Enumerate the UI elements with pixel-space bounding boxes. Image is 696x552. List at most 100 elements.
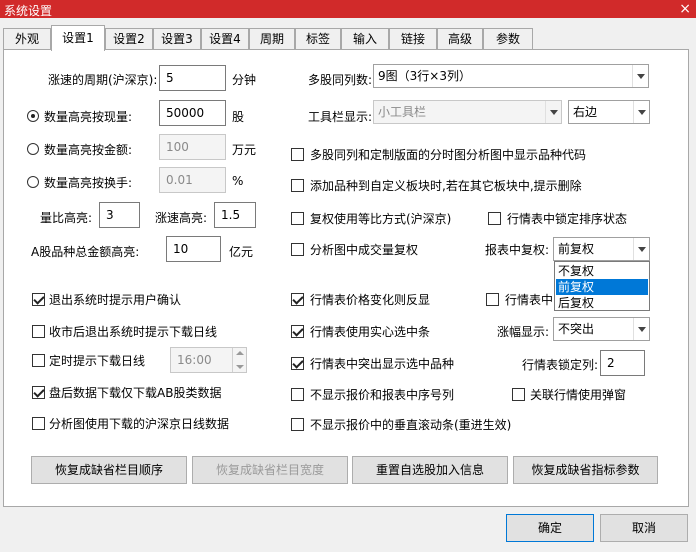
- popup-checkbox[interactable]: [512, 388, 525, 401]
- speed-label: 涨速高亮:: [155, 211, 208, 225]
- show-code-label: 多股同列和定制版面的分时图分析图中显示品种代码: [310, 148, 587, 162]
- tab-period[interactable]: 周期: [249, 28, 295, 50]
- option-backward-adjust[interactable]: 后复权: [556, 295, 648, 311]
- toolbar-pos-value: 右边: [573, 105, 598, 119]
- solid-select-label: 行情表使用实心选中条: [310, 325, 431, 339]
- highlight-row-checkbox[interactable]: [291, 357, 304, 370]
- cancel-button[interactable]: 取消: [600, 514, 688, 542]
- no-scroll-checkbox[interactable]: [291, 418, 304, 431]
- report-adjust-dropdown: 不复权 前复权 后复权: [554, 261, 650, 311]
- window-title: 系统设置: [4, 4, 53, 18]
- show-code-checkbox[interactable]: [291, 148, 304, 161]
- chevron-down-icon[interactable]: [633, 238, 649, 260]
- after-close-checkbox[interactable]: [32, 386, 45, 399]
- restore-width-button[interactable]: 恢复成缺省栏目宽度: [192, 456, 348, 484]
- close-download-label: 收市后退出系统时提示下载日线: [49, 325, 218, 339]
- tab-appearance[interactable]: 外观: [3, 28, 51, 50]
- a-amount-label: A股品种总金额高亮:: [31, 245, 140, 259]
- toolbar-select[interactable]: 小工具栏: [373, 100, 562, 124]
- lock-sort-label: 行情表中锁定排序状态: [507, 212, 628, 226]
- timed-download-value: 16:00: [177, 353, 212, 367]
- hl-amount-unit: 万元: [232, 143, 257, 157]
- use-downloaded-label: 分析图使用下载的沪深京日线数据: [49, 417, 230, 431]
- volume-adjust-checkbox[interactable]: [291, 243, 304, 256]
- toolbar-label: 工具栏显示:: [308, 110, 373, 124]
- tab-params[interactable]: 参数: [483, 28, 533, 50]
- chevron-down-icon[interactable]: [633, 318, 649, 340]
- timed-download-time[interactable]: 16:00: [170, 347, 247, 373]
- close-download-checkbox[interactable]: [32, 325, 45, 338]
- add-prompt-checkbox[interactable]: [291, 179, 304, 192]
- report-adjust-label: 报表中复权:: [485, 243, 550, 257]
- price-flip-checkbox[interactable]: [291, 293, 304, 306]
- use-downloaded-checkbox[interactable]: [32, 417, 45, 430]
- exit-confirm-label: 退出系统时提示用户确认: [49, 293, 182, 307]
- a-amount-input[interactable]: 10: [166, 236, 221, 262]
- price-flip-label: 行情表价格变化则反显: [310, 293, 431, 307]
- ratio-input[interactable]: 3: [99, 202, 140, 228]
- restore-order-button[interactable]: 恢复成缺省栏目顺序: [31, 456, 187, 484]
- tab-input[interactable]: 输入: [341, 28, 389, 50]
- speed-input[interactable]: 1.5: [214, 202, 256, 228]
- hl-volume-input[interactable]: 50000: [159, 100, 226, 126]
- rise-period-unit: 分钟: [232, 73, 257, 87]
- tab-advanced[interactable]: 高级: [437, 28, 483, 50]
- option-no-adjust[interactable]: 不复权: [556, 263, 648, 279]
- adjust-ratio-label: 复权使用等比方式(沪深京): [310, 212, 452, 226]
- popup-label: 关联行情使用弹窗: [530, 388, 627, 402]
- restore-index-button[interactable]: 恢复成缺省指标参数: [513, 456, 658, 484]
- hl-volume-radio[interactable]: [27, 110, 39, 122]
- tab-settings4[interactable]: 设置4: [201, 28, 249, 50]
- hl-turnover-label: 数量高亮按换手:: [44, 176, 133, 190]
- tab-settings3[interactable]: 设置3: [153, 28, 201, 50]
- hl-turnover-input[interactable]: 0.01: [159, 167, 226, 193]
- chevron-down-icon[interactable]: [633, 101, 649, 123]
- rise-period-label: 涨速的周期(沪深京):: [48, 73, 158, 87]
- option-forward-adjust[interactable]: 前复权: [556, 279, 648, 295]
- report-adjust-value: 前复权: [558, 242, 595, 256]
- title-bar: 系统设置 ×: [0, 0, 696, 18]
- change-display-select[interactable]: 不突出: [553, 317, 650, 341]
- no-quote-no-checkbox[interactable]: [291, 388, 304, 401]
- multi-cols-select[interactable]: 9图（3行×3列）: [373, 64, 649, 88]
- adjust-ratio-checkbox[interactable]: [291, 212, 304, 225]
- timed-download-label: 定时提示下载日线: [49, 354, 146, 368]
- hl-turnover-radio[interactable]: [27, 176, 39, 188]
- toolbar-pos-select[interactable]: 右边: [568, 100, 650, 124]
- multi-cols-value: 9图（3行×3列）: [378, 69, 471, 83]
- ratio-label: 量比高亮:: [40, 211, 93, 225]
- change-display-value: 不突出: [558, 322, 595, 336]
- chevron-down-icon[interactable]: [545, 101, 561, 123]
- exit-confirm-checkbox[interactable]: [32, 293, 45, 306]
- after-close-label: 盘后数据下载仅下载AB股类数据: [49, 386, 222, 400]
- no-scroll-label: 不显示报价中的垂直滚动条(重进生效): [310, 418, 512, 432]
- reset-self-button[interactable]: 重置自选股加入信息: [352, 456, 508, 484]
- timed-download-checkbox[interactable]: [32, 354, 45, 367]
- tab-links[interactable]: 链接: [389, 28, 437, 50]
- tab-settings2[interactable]: 设置2: [105, 28, 153, 50]
- rise-period-input[interactable]: 5: [159, 65, 226, 91]
- lock-sort-checkbox[interactable]: [488, 212, 501, 225]
- a-amount-unit: 亿元: [229, 245, 254, 259]
- add-prompt-label: 添加品种到自定义板块时,若在其它板块中,提示删除: [310, 179, 582, 193]
- volume-adjust-label: 分析图中成交量复权: [310, 243, 419, 257]
- tab-settings1[interactable]: 设置1: [51, 25, 105, 51]
- multi-cols-label: 多股同列数:: [308, 73, 373, 87]
- hl-volume-unit: 股: [232, 110, 245, 124]
- spinner-icon[interactable]: [232, 348, 246, 372]
- tab-labels[interactable]: 标签: [295, 28, 341, 50]
- separator-bottom: [20, 441, 656, 442]
- hl-amount-input[interactable]: 100: [159, 134, 226, 160]
- chevron-down-icon[interactable]: [632, 65, 648, 87]
- lock-cols-input[interactable]: 2: [600, 350, 645, 376]
- hl-turnover-unit: %: [232, 174, 244, 188]
- solid-select-checkbox[interactable]: [291, 325, 304, 338]
- hidden-partial-label: 行情表中: [505, 293, 554, 307]
- change-display-label: 涨幅显示:: [497, 325, 550, 339]
- hl-amount-radio[interactable]: [27, 143, 39, 155]
- hl-amount-label: 数量高亮按金额:: [44, 143, 133, 157]
- hidden-partial-checkbox[interactable]: [486, 293, 499, 306]
- report-adjust-select[interactable]: 前复权: [553, 237, 650, 261]
- ok-button[interactable]: 确定: [506, 514, 594, 542]
- close-icon[interactable]: ×: [679, 0, 691, 18]
